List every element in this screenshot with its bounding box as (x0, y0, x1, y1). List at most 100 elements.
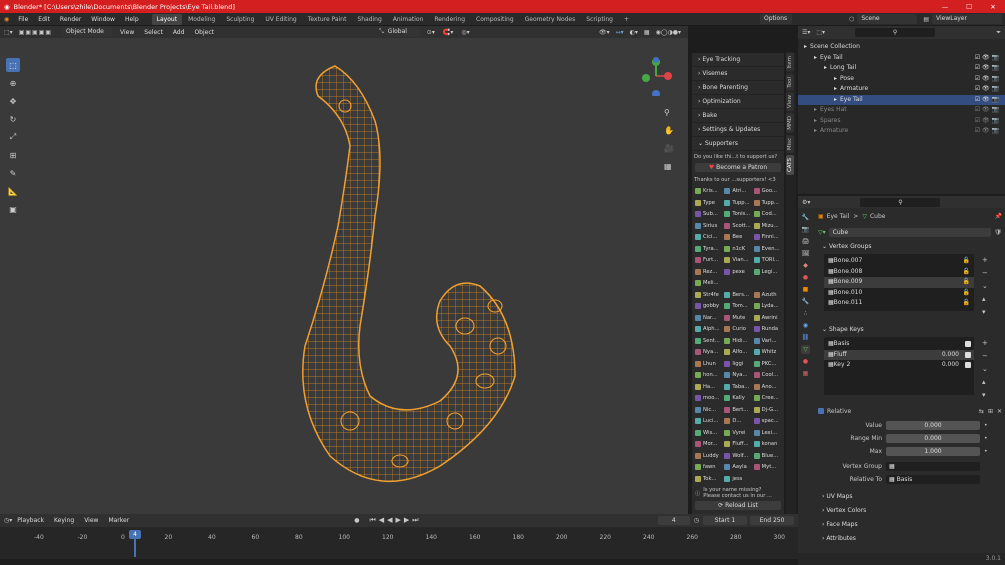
expand-icon[interactable]: ▸ (834, 84, 837, 95)
scene-selector[interactable]: Scene (857, 14, 918, 24)
tab-geometry-nodes[interactable]: Geometry Nodes (520, 14, 581, 25)
outliner-search-input[interactable]: ⚲ (855, 28, 936, 37)
shape-key-item[interactable]: ▦ Basis (824, 339, 974, 350)
section-optimization[interactable]: › Optimization (692, 95, 784, 109)
shape-key-item[interactable]: ▦ Fluff 0.000 (824, 349, 974, 360)
become-patron-button[interactable]: ♥ Become a Patron (695, 163, 781, 172)
outliner-item[interactable]: ▸ Eye Tail ☑ 👁 📷 (798, 53, 1005, 64)
view-layer-tab-icon[interactable]: 🖼 (801, 249, 810, 258)
outliner-item[interactable]: ▸ Armature ☑ 👁 📷 (798, 84, 1005, 95)
vertex-groups-header[interactable]: ⌄ Vertex Groups (818, 240, 1002, 254)
tab-shading[interactable]: Shading (352, 14, 386, 25)
tail-mesh[interactable] (302, 65, 516, 483)
grid-view-icon[interactable]: ▦ (664, 158, 674, 176)
vertex-group-item[interactable]: ▦ Bone.010 🔓 (824, 288, 974, 299)
menu-file[interactable]: File (13, 13, 33, 26)
menu-edit[interactable]: Edit (33, 13, 55, 26)
particles-tab-icon[interactable]: ∴ (801, 309, 810, 318)
move-down-icon[interactable]: ▾ (982, 389, 988, 402)
tab-cats[interactable]: CATS (786, 155, 794, 176)
visibility-toggle-icon[interactable]: ☑ 👁 📷 (975, 95, 999, 106)
visibility-toggle-icon[interactable]: ☑ 👁 📷 (975, 74, 999, 85)
modifier-tab-icon[interactable]: 🔧 (801, 297, 810, 306)
menu-help[interactable]: Help (120, 13, 144, 26)
tab-layout[interactable]: Layout (151, 13, 183, 25)
visibility-toggle-icon[interactable]: ☑ 👁 📷 (975, 84, 999, 95)
outliner-item[interactable]: ▸ Spares ☑ 👁 📷 (798, 116, 1005, 127)
pan-hand-icon[interactable]: ✋ (664, 122, 674, 140)
camera-icon[interactable]: 🎥 (664, 140, 674, 158)
add-workspace-button[interactable]: + (619, 14, 634, 25)
world-tab-icon[interactable]: ● (801, 273, 810, 282)
lock-icon[interactable]: 🔓 (963, 288, 970, 299)
filter-icon[interactable]: ⏷ (996, 29, 1001, 37)
pin-icon[interactable]: 📌 (995, 213, 1002, 220)
navigation-gizmo[interactable] (636, 56, 676, 96)
physics-tab-icon[interactable]: ◉ (801, 321, 810, 330)
tab-misc[interactable]: Misc (786, 135, 794, 154)
lock-icon[interactable]: 🔓 (963, 277, 970, 288)
mesh-name-field[interactable]: Cube (828, 227, 992, 237)
visibility-toggle-icon[interactable]: ☑ 👁 📷 (975, 105, 999, 116)
tab-texture-paint[interactable]: Texture Paint (303, 14, 352, 25)
tab-modeling[interactable]: Modeling (183, 14, 220, 25)
remove-vertex-group-button[interactable]: − (982, 267, 988, 280)
section-settings-updates[interactable]: › Settings & Updates (692, 123, 784, 137)
texture-tab-icon[interactable]: ▦ (801, 369, 810, 378)
edit-mode-icon[interactable]: ⊞ (988, 408, 993, 415)
object-tab-icon[interactable]: ■ (801, 285, 810, 294)
value-field[interactable]: 0.000 (886, 421, 980, 430)
expand-icon[interactable]: ▸ (814, 105, 817, 116)
constraints-tab-icon[interactable]: ⛓ (801, 333, 810, 342)
shape-key-mute-checkbox[interactable] (965, 341, 971, 348)
tool-tab-icon[interactable]: 🔧 (801, 213, 810, 222)
relative-checkbox[interactable] (818, 408, 824, 414)
close-button[interactable]: ✕ (981, 3, 1005, 11)
scene-tab-icon[interactable]: ◆ (801, 261, 810, 270)
wireframe-mesh[interactable] (0, 26, 688, 514)
blender-menu-icon[interactable]: ◉ (0, 16, 13, 23)
display-mode-icon[interactable]: ⬚▾ (816, 29, 825, 36)
vertex-group-item[interactable]: ▦ Bone.009 🔓 (824, 277, 974, 288)
menu-render[interactable]: Render (55, 13, 86, 26)
vertex-group-item[interactable]: ▦ Bone.011 🔓 (824, 298, 974, 309)
relative-to-field[interactable]: ▦ Basis (886, 475, 980, 484)
lock-icon[interactable]: 🔓 (963, 298, 970, 309)
section-bone-parenting[interactable]: › Bone Parenting (692, 81, 784, 95)
section-supporters[interactable]: ⌄ Supporters (692, 137, 784, 151)
move-up-icon[interactable]: ▴ (982, 376, 988, 389)
outliner-item[interactable]: ▸ Pose ☑ 👁 📷 (798, 74, 1005, 85)
move-up-icon[interactable]: ▴ (982, 293, 988, 306)
add-shape-key-button[interactable]: + (982, 337, 988, 350)
minimize-button[interactable]: — (933, 3, 957, 11)
visibility-toggle-icon[interactable]: ☑ 👁 📷 (975, 126, 999, 137)
remove-shape-key-button[interactable]: − (982, 350, 988, 363)
data-tab-icon[interactable]: ▽ (801, 345, 810, 354)
visibility-toggle-icon[interactable]: ☑ 👁 📷 (975, 53, 999, 64)
tab-animation[interactable]: Animation (388, 14, 429, 25)
tab-scripting[interactable]: Scripting (581, 14, 618, 25)
expand-icon[interactable]: ▸ (824, 63, 827, 74)
material-tab-icon[interactable]: ● (801, 357, 810, 366)
attributes-header[interactable]: › Attributes (818, 532, 1002, 546)
frame-ruler[interactable]: -40 -20 0 20 40 60 80 100 120 140 160 180 200 220 240 2… (0, 514, 798, 565)
shape-keys-header[interactable]: ⌄ Shape Keys (818, 323, 1002, 337)
outliner-item[interactable]: ▸ Eye Tail ☑ 👁 📷 (798, 94, 1005, 106)
vertex-group-item[interactable]: ▦ Bone.008 🔓 (824, 267, 974, 278)
vertex-colors-header[interactable]: › Vertex Colors (818, 504, 1002, 518)
shape-key-lock-icon[interactable]: ⇆ (979, 408, 984, 415)
section-bake[interactable]: › Bake (692, 109, 784, 123)
zoom-icon[interactable]: ⚲ (664, 104, 674, 122)
visibility-toggle-icon[interactable]: ☑ 👁 📷 (975, 116, 999, 127)
timeline-scrollbar[interactable] (0, 559, 798, 565)
tab-mmd[interactable]: MMD (786, 113, 794, 134)
outliner-item[interactable]: ▸ Armature ☑ 👁 📷 (798, 126, 1005, 137)
section-eye-tracking[interactable]: › Eye Tracking (692, 53, 784, 67)
properties-search-input[interactable]: ⚲ (860, 197, 941, 207)
vertex-group-field[interactable]: ▦ (886, 462, 980, 471)
clear-icon[interactable]: ✕ (997, 408, 1002, 415)
tab-view[interactable]: View (786, 92, 794, 112)
view-layer-selector[interactable]: ViewLayer (932, 14, 1002, 24)
fake-user-icon[interactable]: 🛡 (994, 229, 1002, 236)
reload-list-button[interactable]: ⟳ Reload List (695, 501, 781, 510)
